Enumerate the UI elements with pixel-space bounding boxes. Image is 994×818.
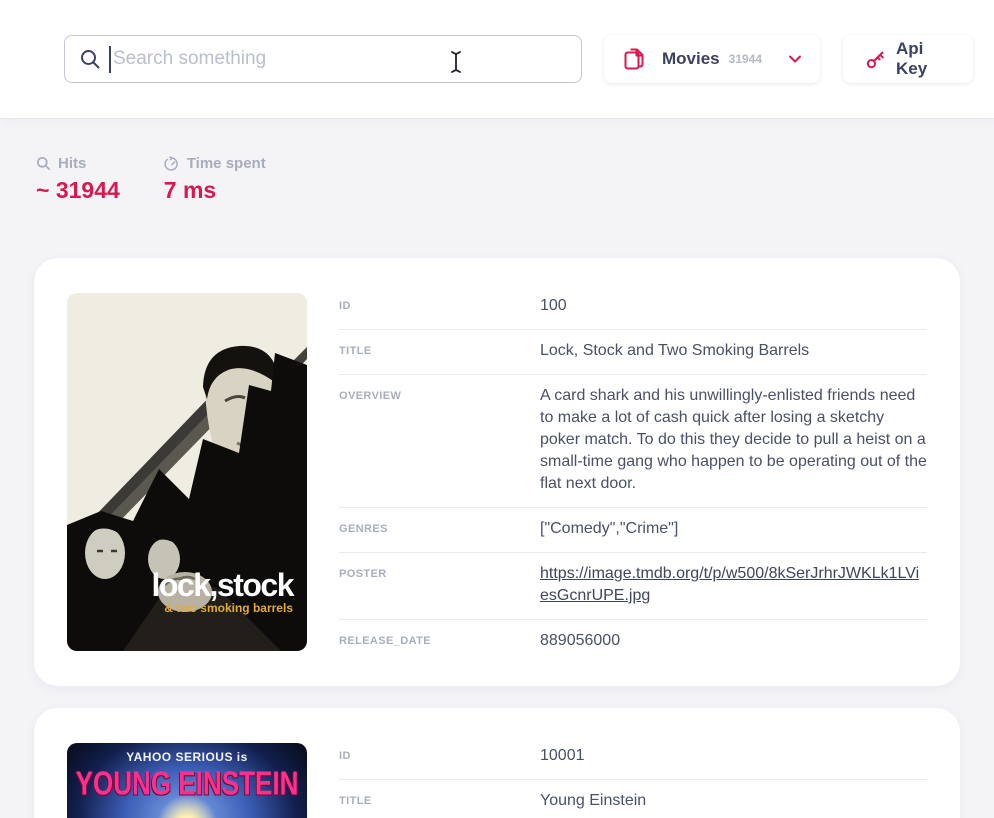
document-fields-table: ID 10001 TITLE Young Einstein OVERVIEW A…	[339, 743, 927, 818]
documents-icon	[622, 46, 648, 72]
document-fields-table: ID 100 TITLE Lock, Stock and Two Smoking…	[339, 293, 927, 651]
search-box[interactable]	[64, 35, 582, 83]
field-row-overview: OVERVIEW A card shark and his unwillingl…	[339, 374, 927, 507]
field-value: ["Comedy","Crime"]	[540, 518, 927, 540]
poster-url-link[interactable]: https://image.tmdb.org/t/p/w500/8kSerJrh…	[540, 565, 919, 604]
results-list: lock,stock & two smoking barrels ID 100 …	[34, 258, 960, 818]
time-spent-label: Time spent	[187, 155, 266, 172]
main-content: Hits ~ 31944 Time spent 7 ms	[0, 118, 994, 818]
field-label: OVERVIEW	[339, 385, 540, 495]
time-spent-stat: Time spent 7 ms	[164, 155, 266, 204]
time-spent-value: 7 ms	[164, 177, 266, 204]
field-row-id: ID 100	[339, 293, 927, 329]
poster-subtitle-text: & two smoking barrels	[164, 601, 293, 615]
poster-title-text: YOUNG EINSTEIN	[75, 765, 298, 803]
field-value: A card shark and his unwillingly-enliste…	[540, 385, 927, 495]
hits-value: ~ 31944	[36, 177, 120, 204]
result-card: lock,stock & two smoking barrels ID 100 …	[34, 258, 960, 686]
field-row-id: ID 10001	[339, 743, 927, 779]
search-input[interactable]	[113, 36, 567, 82]
api-key-label: Api Key	[896, 39, 951, 79]
field-row-poster: POSTER https://image.tmdb.org/t/p/w500/8…	[339, 552, 927, 619]
api-key-button[interactable]: Api Key	[843, 35, 973, 83]
search-icon	[79, 48, 101, 70]
key-icon	[865, 49, 886, 70]
index-selector-dropdown[interactable]: Movies 31944	[604, 35, 820, 83]
index-name: Movies	[662, 49, 720, 69]
result-card: YAHOO SERIOUS is YOUNG EINSTEIN ID 10001…	[34, 708, 960, 818]
field-value: 889056000	[540, 630, 927, 652]
hits-stat: Hits ~ 31944	[36, 155, 120, 204]
field-value: 10001	[540, 745, 927, 767]
field-value: Lock, Stock and Two Smoking Barrels	[540, 340, 927, 362]
hits-icon	[36, 156, 51, 171]
field-label: RELEASE_DATE	[339, 630, 540, 652]
field-label: ID	[339, 745, 540, 767]
field-value: Young Einstein	[540, 790, 927, 812]
stopwatch-icon	[164, 156, 180, 172]
text-caret	[109, 46, 111, 73]
field-row-title: TITLE Lock, Stock and Two Smoking Barrel…	[339, 329, 927, 374]
field-label: TITLE	[339, 340, 540, 362]
field-label: POSTER	[339, 563, 540, 607]
search-stats: Hits ~ 31944 Time spent 7 ms	[36, 155, 994, 204]
movie-poster-young-einstein: YAHOO SERIOUS is YOUNG EINSTEIN	[67, 743, 307, 818]
field-row-release-date: RELEASE_DATE 889056000	[339, 619, 927, 664]
field-label: ID	[339, 295, 540, 317]
poster-title-text: lock,stock	[151, 567, 294, 603]
field-row-genres: GENRES ["Comedy","Crime"]	[339, 507, 927, 552]
index-doc-count: 31944	[729, 52, 762, 66]
field-label: GENRES	[339, 518, 540, 540]
poster-credit-text: YAHOO SERIOUS is	[67, 750, 307, 764]
field-value: 100	[540, 295, 927, 317]
field-row-title: TITLE Young Einstein	[339, 779, 927, 818]
hits-label: Hits	[58, 155, 86, 172]
header: Movies 31944 Api Key	[0, 0, 994, 118]
movie-poster-lock-stock: lock,stock & two smoking barrels	[67, 293, 307, 651]
field-label: TITLE	[339, 790, 540, 812]
chevron-down-icon	[788, 54, 802, 64]
